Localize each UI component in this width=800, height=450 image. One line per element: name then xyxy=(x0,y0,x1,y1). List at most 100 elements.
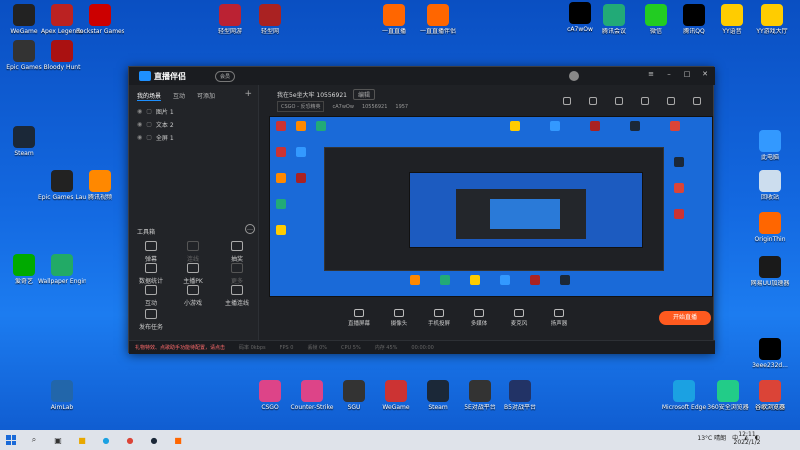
desktop-icon-bottom-3[interactable]: WeGame xyxy=(372,380,420,411)
vip-badge[interactable]: 会员 xyxy=(215,70,236,82)
desktop-icon-right-3[interactable]: 网易UU加速器 xyxy=(746,256,794,287)
desktop-icon-label: 此电脑 xyxy=(760,154,779,161)
desktop-icon-left-1-icon xyxy=(51,4,73,26)
tool-stats[interactable]: 数据统计 xyxy=(131,263,171,285)
media-button[interactable]: 多媒体 xyxy=(459,309,499,327)
toolbox-more-icon[interactable]: … xyxy=(245,224,255,234)
desktop-icon-label: 腾讯会议 xyxy=(601,28,626,35)
bell-icon[interactable] xyxy=(641,97,649,105)
streamer-name: cA7wOw xyxy=(332,103,354,110)
desktop-icon-left-10[interactable]: AimLab xyxy=(38,380,86,411)
desktop-icon-top-7-icon xyxy=(683,4,705,26)
desktop-icon-top-1[interactable]: 轻型网 xyxy=(246,4,294,35)
gear-icon[interactable] xyxy=(667,97,675,105)
layer-item[interactable]: ◉ ▢ 图片 1 xyxy=(129,105,258,118)
desktop-icon-right-2[interactable]: OriginThin xyxy=(746,212,794,243)
tool-link[interactable]: 连线 xyxy=(173,241,213,263)
eye-icon[interactable]: ◉ xyxy=(137,108,142,115)
desktop-icon-label: 腾讯视频 xyxy=(87,194,112,201)
start-live-button[interactable]: 开始直播 xyxy=(659,311,711,325)
desktop-icon-bottom-6[interactable]: B5对战平台 xyxy=(496,380,544,411)
desktop-icon-top-3[interactable]: 一直直播伴侣 xyxy=(414,4,462,35)
tool-pk[interactable]: 主播PK xyxy=(173,263,213,285)
nested-preview xyxy=(409,172,643,248)
tool-interact[interactable]: 互动 xyxy=(131,285,171,307)
tool-more[interactable]: 更多 xyxy=(217,263,257,285)
tab-my-scenes[interactable]: 我的场景 xyxy=(137,91,162,101)
desktop-icon-bottom-8[interactable]: 360安全浏览器 xyxy=(704,380,752,411)
desktop-icon-bottom-7[interactable]: Microsoft Edge xyxy=(660,380,708,411)
tool-danmaku[interactable]: 弹幕 xyxy=(131,241,171,263)
desktop-icon-left-3-icon xyxy=(13,40,35,62)
tool-minigame[interactable]: 小游戏 xyxy=(173,285,213,307)
pk-icon xyxy=(187,263,199,273)
eye-icon[interactable]: ◉ xyxy=(137,134,142,141)
camera-button[interactable]: 摄像头 xyxy=(379,309,419,327)
lock-icon[interactable]: ▢ xyxy=(146,121,152,128)
desktop-icon-right-4[interactable]: 3eee232d... xyxy=(746,338,794,369)
camera-icon[interactable] xyxy=(615,97,623,105)
desktop-icon-right-0[interactable]: 此电脑 xyxy=(746,130,794,161)
edit-title-button[interactable]: 编辑 xyxy=(352,89,375,100)
desktop-icon-bottom-4[interactable]: Steam xyxy=(414,380,462,411)
tool-lottery[interactable]: 抽奖 xyxy=(217,241,257,263)
add-source-icon[interactable]: + xyxy=(244,89,252,99)
explorer-icon[interactable]: ■ xyxy=(73,433,91,447)
start-button[interactable] xyxy=(0,430,22,450)
layer-item[interactable]: ◉ ▢ 全屏 1 xyxy=(129,131,258,144)
game-category[interactable]: CSGO - 反恐精英 xyxy=(277,101,325,112)
desktop-icon-label: YY游戏大厅 xyxy=(756,28,788,35)
menu-icon[interactable]: ≡ xyxy=(647,70,655,78)
desktop-icon-left-5[interactable]: Steam xyxy=(0,126,48,157)
desktop-icon-label: OriginThin xyxy=(754,236,786,243)
edge-icon[interactable]: ● xyxy=(97,433,115,447)
desktop-icon-right-1[interactable]: 回收站 xyxy=(746,170,794,201)
tab-addable[interactable]: 可添加 xyxy=(197,91,215,101)
search-icon[interactable]: ⌕ xyxy=(25,433,43,447)
chrome-icon[interactable]: ● xyxy=(121,433,139,447)
mic-button[interactable]: 麦克风 xyxy=(499,309,539,327)
speaker-button[interactable]: 扬声器 xyxy=(539,309,579,327)
desktop-icon-bottom-0[interactable]: CSGO xyxy=(246,380,294,411)
clock[interactable]: 12:11 2022/1/2 xyxy=(724,431,770,447)
desktop-icon-top-9[interactable]: YY游戏大厅 xyxy=(748,4,796,35)
steam-icon[interactable]: ● xyxy=(145,433,163,447)
desktop-icon-bottom-1[interactable]: Counter-Strike xyxy=(288,380,336,411)
tool-host-link[interactable]: 主播连线 xyxy=(217,285,257,307)
tab-interact[interactable]: 互动 xyxy=(173,91,185,101)
screen-button[interactable]: 直播屏幕 xyxy=(339,309,379,327)
desktop-icon-bottom-2[interactable]: SGU xyxy=(330,380,378,411)
stats-icon xyxy=(145,263,157,273)
desktop-icon-left-7[interactable]: 腾讯视频 xyxy=(76,170,124,201)
desktop-icon-right-0-icon xyxy=(759,130,781,152)
layer-item[interactable]: ◉ ▢ 文本 2 xyxy=(129,118,258,131)
lock-icon[interactable]: ▢ xyxy=(146,134,152,141)
desktop-icon-bottom-7-icon xyxy=(673,380,695,402)
live-streaming-app-window[interactable]: 直播伴侣 会员 ≡ – □ ✕ 我的场景 互动 可添加 + ◉ ▢ 图片 1 ◉… xyxy=(128,66,715,354)
desktop-icon-top-5[interactable]: 腾讯会议 xyxy=(590,4,638,35)
live-app-icon[interactable]: ■ xyxy=(169,433,187,447)
share-screen-icon[interactable] xyxy=(563,97,571,105)
eye-icon[interactable]: ◉ xyxy=(137,121,142,128)
desktop-icon-left-2[interactable]: Rockstar Games xyxy=(76,4,124,35)
close-icon[interactable]: ✕ xyxy=(701,70,709,78)
live-preview[interactable] xyxy=(269,116,713,297)
maximize-icon[interactable]: □ xyxy=(683,70,691,78)
desktop-icon-top-8-icon xyxy=(721,4,743,26)
avatar[interactable] xyxy=(569,71,579,81)
stat-mem: 内存 45% xyxy=(374,345,398,351)
phone-cast-button[interactable]: 手机投屏 xyxy=(419,309,459,327)
desktop-icon-left-9[interactable]: Wallpaper Engine xyxy=(38,254,86,285)
weather[interactable]: 13°C 晴朗 xyxy=(697,433,726,442)
lock-icon[interactable] xyxy=(589,97,597,105)
tool-task[interactable]: 发布任务 xyxy=(131,309,171,331)
desktop-icon-top-2[interactable]: 一直直播 xyxy=(370,4,418,35)
desktop-icon-left-4[interactable]: Bloody Hunt xyxy=(38,40,86,71)
task-view-icon[interactable]: ▣ xyxy=(49,433,67,447)
desktop-icon-label: SGU xyxy=(347,404,361,411)
lock-icon[interactable]: ▢ xyxy=(146,108,152,115)
status-warning[interactable]: 礼物特效、点歌助手功能待配置，请点击 xyxy=(135,344,225,351)
share-icon[interactable] xyxy=(693,97,701,105)
desktop-icon-bottom-9[interactable]: 谷歌浏览器 xyxy=(746,380,794,411)
minimize-icon[interactable]: – xyxy=(665,70,673,78)
